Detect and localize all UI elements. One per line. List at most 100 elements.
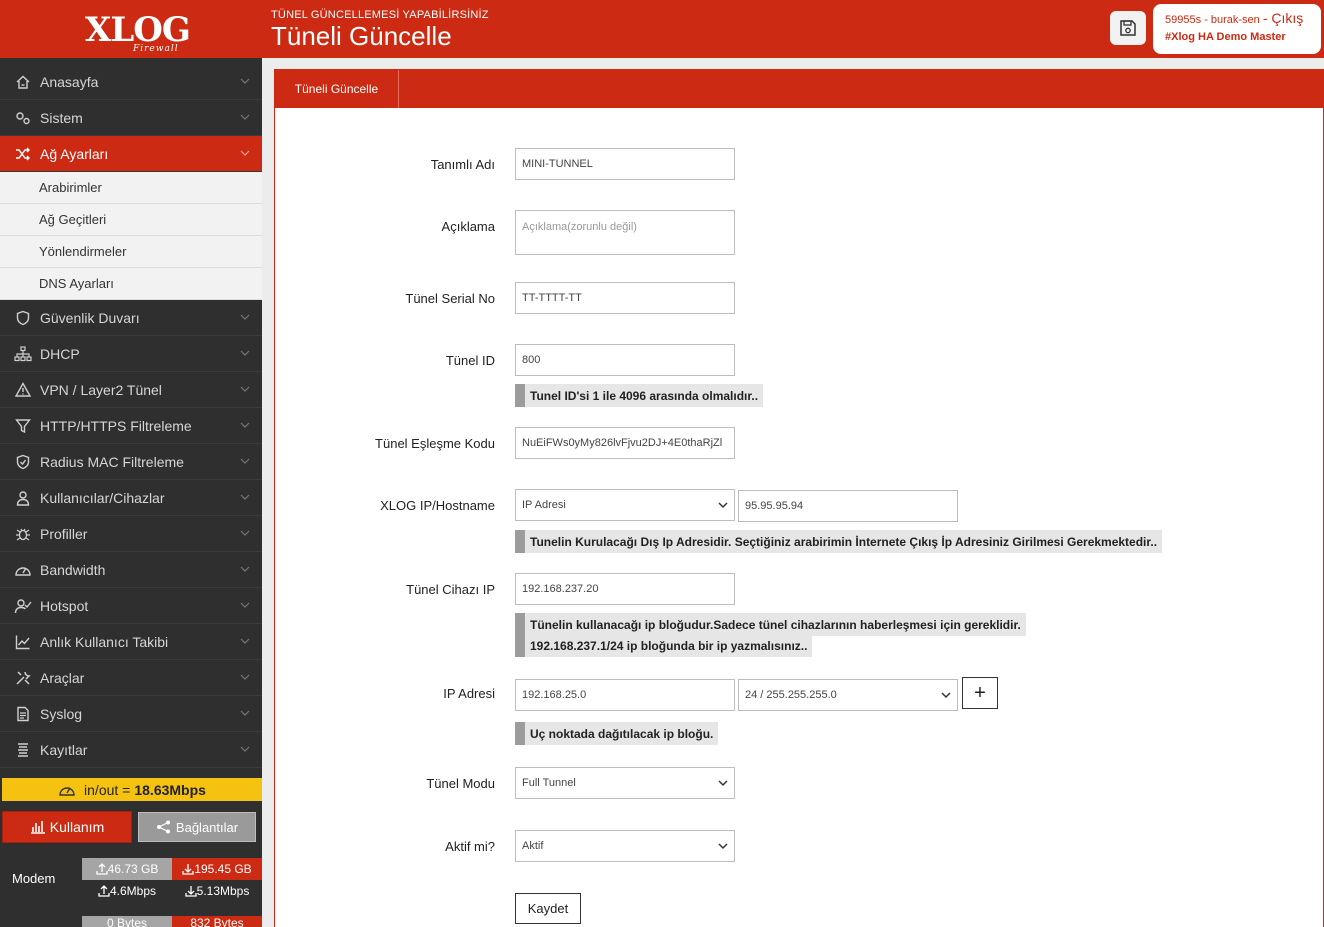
sidebar-item-sistem[interactable]: Sistem	[0, 100, 262, 136]
sidebar-item-kayitlar[interactable]: Kayıtlar	[0, 732, 262, 768]
shield-check-icon	[14, 453, 32, 471]
list-icon	[14, 741, 32, 759]
sidebar-item-label: Bandwidth	[40, 561, 106, 578]
connections-button[interactable]: Bağlantılar	[138, 812, 256, 842]
sidebar-item-label: Hotspot	[40, 597, 89, 614]
chevron-down-icon	[240, 602, 250, 608]
device-ip-hint: Tünelin kullanacağı ip bloğudur.Sadece t…	[515, 613, 1026, 636]
sidebar-item-vpn[interactable]: VPN / Layer2 Tünel	[0, 372, 262, 408]
chevron-down-icon	[240, 314, 250, 320]
serial-input[interactable]: TT-TTTT-TT	[515, 282, 735, 314]
sidebar-item-kullanicilar[interactable]: Kullanıcılar/Cihazlar	[0, 480, 262, 516]
modem-upload-total: 46.73 GB	[82, 858, 172, 880]
sidebar-item-anasayfa[interactable]: Anasayfa	[0, 64, 262, 100]
tab-tunnel-update[interactable]: Tüneli Güncelle	[275, 70, 399, 108]
sidebar-item-http-filtreleme[interactable]: HTTP/HTTPS Filtreleme	[0, 408, 262, 444]
host-label: XLOG IP/Hostname	[380, 498, 495, 513]
page-subtitle: TÜNEL GÜNCELLEMESİ YAPABİLİRSİNİZ	[271, 9, 489, 21]
chevron-down-icon	[240, 710, 250, 716]
panel-header: Tüneli Güncelle	[275, 70, 1324, 108]
gears-icon	[14, 109, 32, 127]
device-ip-input[interactable]: 192.168.237.20	[515, 573, 735, 605]
logo-subtext: Firewall	[133, 44, 179, 54]
submenu-item-yonlendirmeler[interactable]: Yönlendirmeler	[0, 236, 262, 268]
sidebar-item-label: Kayıtlar	[40, 741, 88, 758]
traffic-label: in/out =	[84, 781, 131, 798]
usage-button[interactable]: Kullanım	[2, 811, 132, 843]
submenu-item-ag-gecitleri[interactable]: Ağ Geçitleri	[0, 204, 262, 236]
submenu-item-dns-ayarlari[interactable]: DNS Ayarları	[0, 268, 262, 300]
logout-link[interactable]: - Çıkış	[1263, 10, 1303, 26]
sidebar: XLOG Firewall Anasayfa Sistem Ağ Ayarlar…	[0, 0, 262, 927]
sidebar-item-anlik-takip[interactable]: Anlık Kullanıcı Takibi	[0, 624, 262, 660]
sidebar-item-dhcp[interactable]: DHCP	[0, 336, 262, 372]
description-textarea[interactable]: Açıklama(zorunlu değil)	[515, 210, 735, 255]
chart-bars-icon	[30, 821, 45, 834]
ip-address-input[interactable]: 192.168.25.0	[515, 679, 735, 711]
chevron-down-icon	[718, 843, 728, 850]
modem-upload-rate: 4.6Mbps	[82, 880, 172, 902]
page-title: Tüneli Güncelle	[271, 21, 452, 51]
chevron-down-icon	[240, 78, 250, 84]
host-type-select[interactable]: IP Adresi	[515, 489, 735, 521]
sidebar-nav: Anasayfa Sistem Ağ Ayarları Arabirimler …	[0, 64, 262, 768]
add-ip-button[interactable]: +	[962, 677, 998, 709]
chevron-down-icon	[240, 386, 250, 392]
device-name: #Xlog HA Demo Master	[1165, 31, 1286, 43]
chart-line-icon	[14, 633, 32, 651]
traffic-indicator: in/out = 18.63Mbps	[2, 778, 262, 801]
sidebar-item-radius-mac[interactable]: Radius MAC Filtreleme	[0, 444, 262, 480]
logo[interactable]: XLOG Firewall	[0, 0, 262, 58]
sidebar-item-label: Ağ Ayarları	[40, 145, 109, 162]
file-icon	[14, 705, 32, 723]
tunnel-mode-select[interactable]: Full Tunnel	[515, 767, 735, 799]
upload-icon	[95, 863, 108, 875]
sidebar-item-ag-ayarlari[interactable]: Ağ Ayarları	[0, 136, 262, 172]
chevron-down-icon	[240, 114, 250, 120]
sidebar-item-profiller[interactable]: Profiller	[0, 516, 262, 552]
connections-button-label: Bağlantılar	[175, 819, 239, 835]
sidebar-item-araclar[interactable]: Araçlar	[0, 660, 262, 696]
sidebar-item-bandwidth[interactable]: Bandwidth	[0, 552, 262, 588]
sidebar-item-label: VPN / Layer2 Tünel	[40, 381, 162, 398]
save-config-button[interactable]	[1110, 11, 1146, 45]
shield-icon	[14, 309, 32, 327]
chevron-down-icon	[240, 674, 250, 680]
chevron-down-icon	[240, 150, 250, 156]
sidebar-item-label: Güvenlik Duvarı	[40, 309, 140, 326]
chevron-down-icon	[240, 458, 250, 464]
modem-download-rate: 5.13Mbps	[172, 880, 262, 902]
submenu-item-arabirimler[interactable]: Arabirimler	[0, 172, 262, 204]
chevron-down-icon	[240, 350, 250, 356]
active-select[interactable]: Aktif	[515, 830, 735, 862]
sidebar-item-guvenlik-duvari[interactable]: Güvenlik Duvarı	[0, 300, 262, 336]
share-nodes-icon	[156, 820, 170, 834]
tunnel-id-input[interactable]: 800	[515, 344, 735, 376]
user-icon	[14, 489, 32, 507]
match-code-input[interactable]: NuEiFWs0yMy826lvFjvu2DJ+4E0thaRjZl	[515, 427, 735, 459]
bug-icon	[14, 525, 32, 543]
save-button[interactable]: Kaydet	[515, 893, 581, 924]
chevron-down-icon	[240, 638, 250, 644]
description-label: Açıklama	[441, 219, 495, 234]
sidebar-item-label: Kullanıcılar/Cihazlar	[40, 489, 165, 506]
chevron-down-icon	[240, 746, 250, 752]
name-label: Tanımlı Adı	[430, 157, 495, 172]
sidebar-item-label: HTTP/HTTPS Filtreleme	[40, 417, 192, 434]
download-icon	[184, 886, 197, 897]
download-icon	[182, 864, 194, 875]
sidebar-item-label: Syslog	[40, 705, 83, 722]
device-ip-label: Tünel Cihazı IP	[406, 582, 495, 597]
sidebar-item-hotspot[interactable]: Hotspot	[0, 588, 262, 624]
host-input[interactable]: 95.95.95.94	[738, 490, 958, 522]
modem-label: Modem	[12, 871, 56, 886]
ip-address-label: IP Adresi	[443, 686, 495, 701]
gauge-icon	[14, 561, 32, 579]
gauge-icon	[59, 786, 75, 796]
subnet-mask-select[interactable]: 24 / 255.255.255.0	[738, 679, 958, 711]
name-input[interactable]: MINI-TUNNEL	[515, 148, 735, 180]
sidebar-item-syslog[interactable]: Syslog	[0, 696, 262, 732]
sidebar-item-label: Sistem	[40, 109, 83, 126]
chevron-down-icon	[240, 566, 250, 572]
page-header: TÜNEL GÜNCELLEMESİ YAPABİLİRSİNİZ Tüneli…	[262, 0, 1324, 58]
